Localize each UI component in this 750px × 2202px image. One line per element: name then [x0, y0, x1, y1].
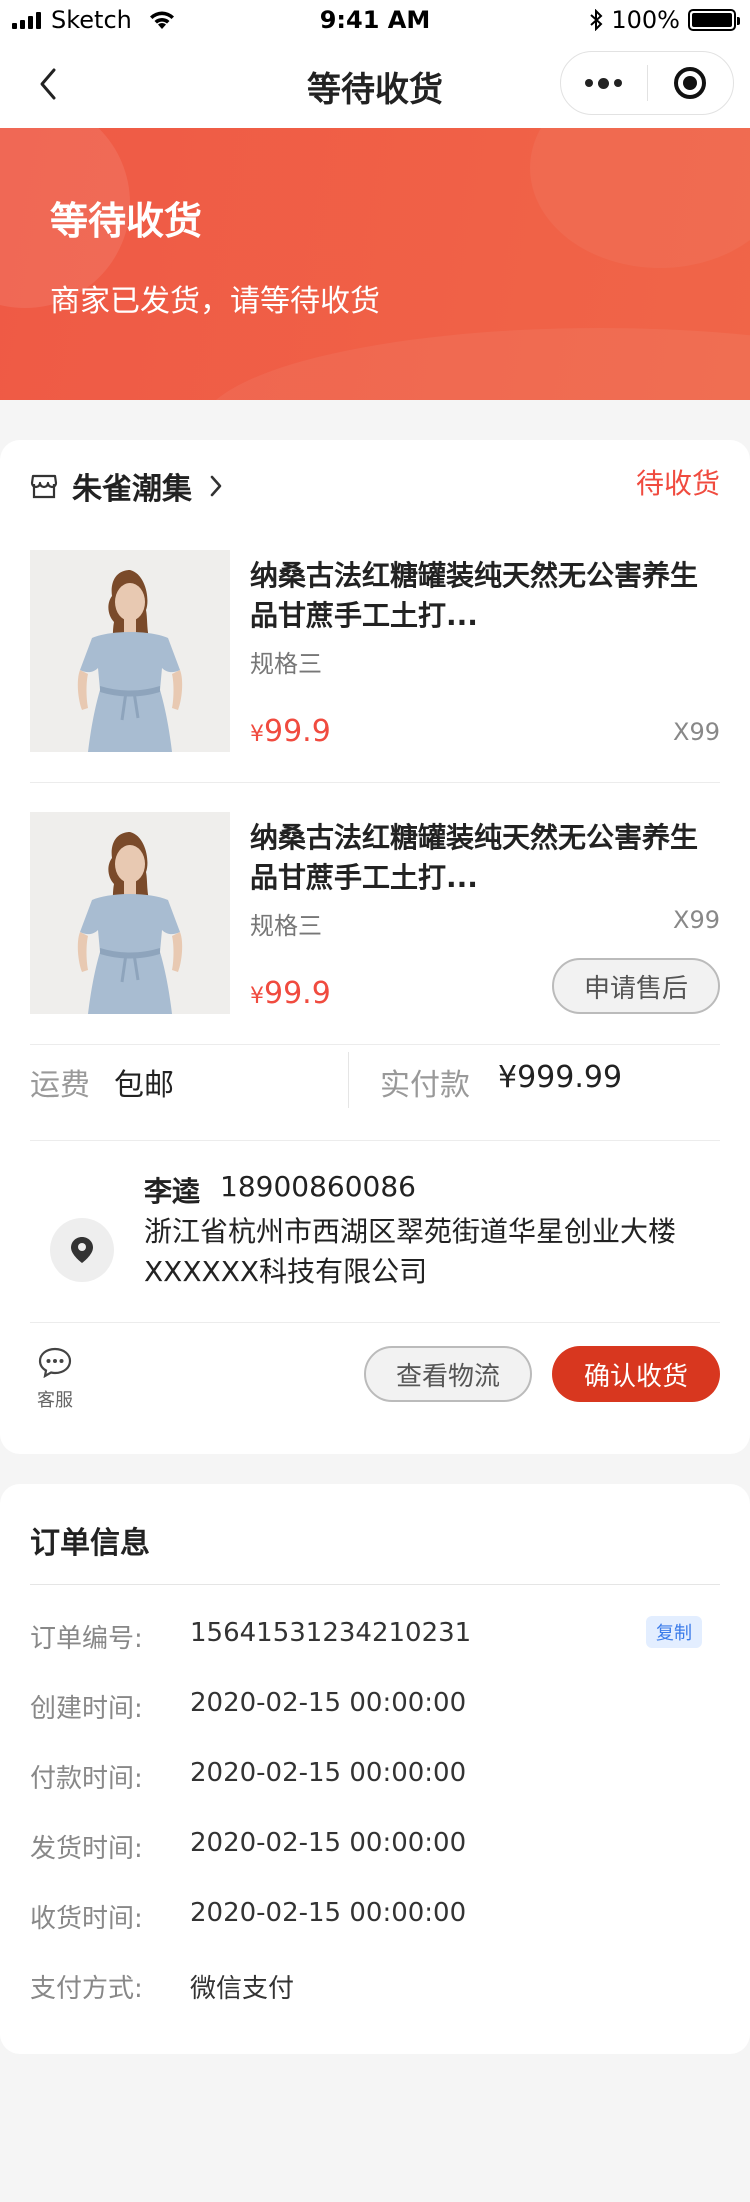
product-name: 纳桑古法红糖罐装纯天然无公害养生品甘蔗手工土打... [250, 559, 699, 632]
after-sale-button[interactable]: 申请售后 [552, 958, 720, 1014]
chevron-right-icon [210, 475, 222, 497]
banner-title: 等待收货 [50, 199, 203, 243]
order-actions: 客服 查看物流 确认收货 [30, 1346, 720, 1411]
currency-symbol: ¥ [250, 984, 264, 1009]
info-label: 支付方式: [30, 1974, 143, 2004]
shipping-address: 李逵 18900860086 浙江省杭州市西湖区翠苑街道华星创业大楼 XXXXX… [30, 1170, 720, 1300]
info-value: 微信支付 [190, 1974, 295, 2004]
product-spec: 规格三 [250, 650, 322, 678]
banner-subtitle: 商家已发货，请等待收货 [50, 284, 380, 319]
recipient-name: 李逵 [144, 1175, 201, 1208]
info-value: 2020-02-15 00:00:00 [190, 1898, 467, 1928]
banner-decoration [530, 128, 750, 268]
shipping-value: 包邮 [114, 1068, 174, 1103]
confirm-receipt-button[interactable]: 确认收货 [552, 1346, 720, 1402]
payment-summary: 运费 包邮 实付款 ¥999.99 [30, 1052, 720, 1108]
copy-button[interactable]: 复制 [646, 1616, 702, 1648]
product-quantity: X99 [673, 906, 720, 934]
battery-icon [688, 9, 740, 31]
location-pin-icon [50, 1218, 114, 1282]
info-value: 2020-02-15 00:00:00 [190, 1758, 467, 1788]
product-item[interactable]: 纳桑古法红糖罐装纯天然无公害养生品甘蔗手工土打... 规格三 X99 ¥99.9… [30, 812, 720, 1016]
product-quantity: X99 [673, 718, 720, 746]
miniprogram-capsule [560, 51, 734, 115]
shipping-label: 运费 [30, 1068, 90, 1103]
info-label: 收货时间: [30, 1904, 143, 1934]
order-info-card: 订单信息 订单编号: 15641531234210231 复制 创建时间: 20… [0, 1484, 750, 2054]
status-banner: 等待收货 商家已发货，请等待收货 [0, 128, 750, 400]
info-row-created-time: 创建时间: 2020-02-15 00:00:00 [30, 1688, 720, 1728]
info-label: 创建时间: [30, 1694, 143, 1724]
price-value: 99.9 [264, 976, 331, 1011]
paid-amount: ¥999.99 [498, 1060, 623, 1095]
product-image [30, 550, 230, 752]
bluetooth-icon [590, 9, 603, 31]
currency-symbol: ¥ [250, 722, 264, 747]
shop-link[interactable]: 朱雀潮集 [30, 462, 226, 510]
customer-service-button[interactable]: 客服 [30, 1346, 80, 1412]
close-miniprogram-button[interactable] [648, 52, 734, 114]
product-name: 纳桑古法红糖罐装纯天然无公害养生品甘蔗手工土打... [250, 821, 699, 894]
info-label: 发货时间: [30, 1834, 143, 1864]
battery-percent: 100% [611, 6, 680, 34]
target-circle-icon [674, 67, 707, 99]
info-row-shipped-time: 发货时间: 2020-02-15 00:00:00 [30, 1828, 720, 1868]
info-row-received-time: 收货时间: 2020-02-15 00:00:00 [30, 1898, 720, 1938]
order-number: 15641531234210231 [190, 1618, 472, 1648]
address-line: XXXXXX科技有限公司 [144, 1255, 428, 1288]
store-icon [30, 474, 58, 499]
info-row-payment-time: 付款时间: 2020-02-15 00:00:00 [30, 1758, 720, 1798]
divider [30, 1140, 720, 1141]
order-card: 朱雀潮集 待收货 纳桑古法红糖罐装纯天然无公害养生品甘蔗手工土打... 规格三 … [0, 440, 750, 1454]
banner-decoration [200, 328, 750, 400]
info-value: 2020-02-15 00:00:00 [190, 1828, 467, 1858]
product-price: ¥99.9 [250, 976, 331, 1011]
info-label: 付款时间: [30, 1764, 143, 1794]
product-image [30, 812, 230, 1014]
shop-name: 朱雀潮集 [72, 472, 192, 507]
info-value: 2020-02-15 00:00:00 [190, 1688, 467, 1718]
divider [30, 1584, 720, 1585]
product-item[interactable]: 纳桑古法红糖罐装纯天然无公害养生品甘蔗手工土打... 规格三 ¥99.9 X99 [30, 550, 720, 754]
price-value: 99.9 [264, 714, 331, 749]
nav-bar: 等待收货 [0, 40, 750, 128]
view-logistics-button[interactable]: 查看物流 [364, 1346, 532, 1402]
customer-service-label: 客服 [37, 1390, 73, 1411]
chat-bubble-icon [38, 1347, 72, 1379]
info-row-payment-method: 支付方式: 微信支付 [30, 1968, 720, 2008]
divider [30, 1044, 720, 1045]
info-row-order-number: 订单编号: 15641531234210231 复制 [30, 1616, 720, 1658]
more-dots-icon [585, 77, 623, 89]
recipient-phone: 18900860086 [220, 1170, 416, 1203]
divider [30, 1322, 720, 1323]
section-title: 订单信息 [30, 1526, 150, 1561]
status-right: 100% [589, 6, 740, 34]
more-button[interactable] [561, 52, 647, 114]
order-status: 待收货 [635, 467, 720, 500]
summary-divider [348, 1052, 349, 1108]
paid-label: 实付款 [380, 1068, 470, 1103]
product-price: ¥99.9 [250, 714, 331, 749]
divider [30, 782, 720, 783]
status-bar: Sketch 9:41 AM 100% [0, 0, 750, 40]
info-label: 订单编号: [30, 1624, 143, 1654]
address-line: 浙江省杭州市西湖区翠苑街道华星创业大楼 [144, 1215, 677, 1248]
product-spec: 规格三 [250, 912, 322, 940]
